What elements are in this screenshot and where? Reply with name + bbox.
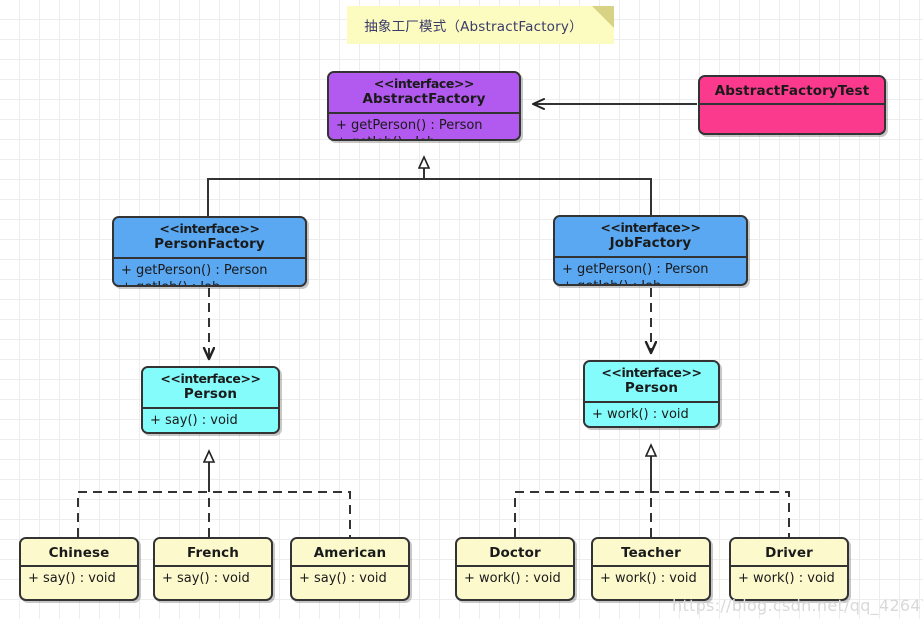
member-row: + work() : void xyxy=(600,571,697,587)
note-fold-icon xyxy=(592,6,614,28)
interface-person-work[interactable]: <<interface>> Person + work() : void xyxy=(583,360,720,428)
member-row: + say() : void xyxy=(162,571,250,587)
class-members: + getPerson() : Person + getJob() : Job xyxy=(114,258,305,285)
member-row: + getPerson() : Person xyxy=(336,117,483,133)
edge-left-impl-bus xyxy=(77,491,351,537)
class-members: + work() : void xyxy=(593,567,709,592)
class-name-label: American xyxy=(313,545,387,561)
title-note-label: 抽象工厂模式（AbstractFactory） xyxy=(364,19,583,35)
class-header: Driver xyxy=(731,539,847,566)
class-header: <<interface>> JobFactory xyxy=(555,217,746,256)
class-person-factory[interactable]: <<interface>> PersonFactory + getPerson(… xyxy=(112,216,307,287)
interface-person-say[interactable]: <<interface>> Person + say() : void xyxy=(141,366,280,434)
title-note: 抽象工厂模式（AbstractFactory） xyxy=(347,6,614,44)
stereotype-label: <<interface>> xyxy=(159,221,260,236)
class-driver[interactable]: Driver + work() : void xyxy=(729,537,849,601)
member-row: + say() : void xyxy=(150,412,238,428)
uml-diagram-canvas: AbstractFactory (association, open arrow… xyxy=(0,0,923,619)
class-name-label: Driver xyxy=(765,545,813,561)
class-name-label: Teacher xyxy=(621,545,681,561)
class-name-label: PersonFactory xyxy=(154,236,265,253)
class-name-label: French xyxy=(187,545,239,561)
class-members: + say() : void xyxy=(143,408,278,432)
member-row: + say() : void xyxy=(299,571,387,587)
class-header: American xyxy=(292,539,408,566)
class-name-label: Chinese xyxy=(48,545,110,561)
class-members: + getPerson() : Person + getJob() : Job xyxy=(329,113,519,139)
edge-bus-factories xyxy=(207,178,652,219)
member-row: + getJob() : Job xyxy=(336,134,512,139)
stereotype-label: <<interface>> xyxy=(160,371,261,386)
class-french[interactable]: French + say() : void xyxy=(153,537,273,601)
class-members: + say() : void xyxy=(292,567,408,592)
stereotype-label: <<interface>> xyxy=(601,365,702,380)
class-doctor[interactable]: Doctor + work() : void xyxy=(455,537,575,601)
class-abstract-factory-test[interactable]: AbstractFactoryTest xyxy=(698,75,886,135)
class-members: + say() : void xyxy=(21,567,137,592)
class-members: + work() : void xyxy=(457,567,573,592)
member-row: + getJob() : Job xyxy=(121,279,298,285)
class-header: <<interface>> Person xyxy=(585,362,718,401)
class-members: + say() : void xyxy=(155,567,271,592)
class-name-label: AbstractFactory xyxy=(362,91,486,108)
class-members: + work() : void xyxy=(585,402,718,426)
class-job-factory[interactable]: <<interface>> JobFactory + getPerson() :… xyxy=(553,215,748,286)
member-row: + work() : void xyxy=(464,571,561,587)
class-header: <<interface>> PersonFactory xyxy=(114,218,305,257)
class-name-label: Doctor xyxy=(489,545,541,561)
class-name-label: Person xyxy=(183,386,238,403)
class-members: + work() : void xyxy=(731,567,847,592)
class-abstract-factory[interactable]: <<interface>> AbstractFactory + getPerso… xyxy=(327,71,521,141)
member-row: + work() : void xyxy=(738,571,835,587)
class-header: AbstractFactoryTest xyxy=(700,77,884,104)
watermark-text: https://blog.csdn.net/qq_42647711 xyxy=(672,596,923,615)
class-header: <<interface>> Person xyxy=(143,368,278,407)
class-american[interactable]: American + say() : void xyxy=(290,537,410,601)
edge-right-impl-bus xyxy=(514,491,790,537)
member-row: + say() : void xyxy=(28,571,116,587)
stereotype-label: <<interface>> xyxy=(600,220,701,235)
class-header: <<interface>> AbstractFactory xyxy=(329,73,519,112)
class-header: Chinese xyxy=(21,539,137,566)
class-members: + getPerson() : Person + getJob() : Job xyxy=(555,257,746,284)
member-row: + work() : void xyxy=(592,406,689,422)
member-row: + getPerson() : Person xyxy=(562,261,709,277)
class-name-label: AbstractFactoryTest xyxy=(714,83,870,99)
stereotype-label: <<interface>> xyxy=(373,76,475,91)
class-members xyxy=(700,105,884,132)
member-row: + getPerson() : Person xyxy=(121,262,268,278)
class-header: Doctor xyxy=(457,539,573,566)
member-row: + getJob() : Job xyxy=(562,278,739,284)
class-name-label: JobFactory xyxy=(609,235,692,252)
class-name-label: Person xyxy=(624,380,679,397)
class-teacher[interactable]: Teacher + work() : void xyxy=(591,537,711,601)
class-chinese[interactable]: Chinese + say() : void xyxy=(19,537,139,601)
class-header: Teacher xyxy=(593,539,709,566)
class-header: French xyxy=(155,539,271,566)
